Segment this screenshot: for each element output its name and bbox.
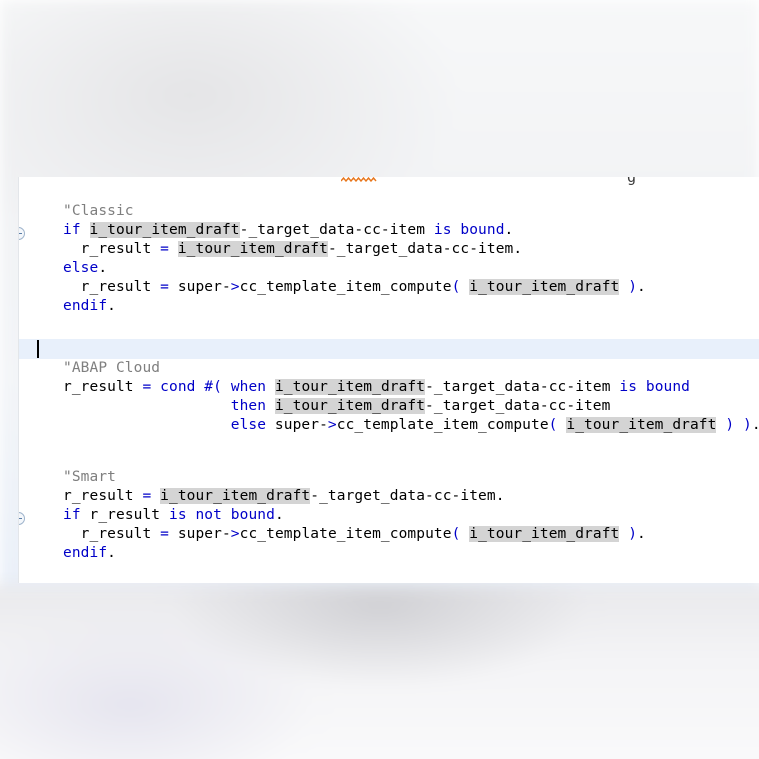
- method-call: super-: [266, 417, 328, 433]
- code-line-smart-1[interactable]: "Smart: [19, 468, 759, 487]
- operator-assign: =: [142, 488, 152, 504]
- clipped-top-row: g: [19, 177, 759, 189]
- statement-terminator: .: [107, 298, 116, 314]
- variable-r-result: r_result: [63, 379, 143, 395]
- keyword-if: if: [63, 507, 81, 523]
- screenshot-root: g "Classic if i_tour_item_draft-_target_…: [0, 0, 759, 759]
- code-line-classic-3[interactable]: r_result = i_tour_item_draft-_target_dat…: [19, 240, 759, 259]
- variable-r-result: r_result: [63, 241, 161, 257]
- keyword-else: else: [63, 260, 99, 276]
- clipped-character-glyph: g: [627, 177, 637, 186]
- keyword-endif: endif: [63, 545, 108, 561]
- paren-close: ) ): [725, 417, 752, 433]
- field-path: -_target_data-cc-item.: [327, 241, 523, 257]
- statement-terminator: .: [274, 507, 284, 523]
- symbol-occurrence: i_tour_item_draft: [274, 379, 426, 395]
- code-line-smart-4[interactable]: r_result = super->cc_template_item_compu…: [19, 525, 759, 544]
- code-line-smart-5[interactable]: endif.: [19, 544, 759, 563]
- variable-r-result: r_result: [63, 526, 161, 542]
- symbol-occurrence: i_tour_item_draft: [469, 526, 620, 542]
- blurred-background-lower: [0, 585, 759, 759]
- code-line-classic-4[interactable]: else.: [19, 259, 759, 278]
- code-editor-panel[interactable]: g "Classic if i_tour_item_draft-_target_…: [18, 177, 759, 583]
- keyword-else: else: [230, 417, 267, 433]
- symbol-occurrence: i_tour_item_draft: [160, 488, 311, 504]
- statement-terminator: .: [752, 417, 759, 433]
- current-line-highlight: [19, 339, 759, 359]
- comment-token: "ABAP Cloud: [63, 360, 161, 376]
- statement-terminator: .: [637, 279, 646, 295]
- operator-assign: =: [160, 241, 169, 257]
- field-path: -_target_data-cc-item.: [310, 488, 505, 504]
- symbol-occurrence: i_tour_item_draft: [177, 241, 328, 257]
- field-path: -_target_data-cc-item: [425, 398, 611, 414]
- keyword-is-bound: is bound: [619, 379, 691, 395]
- statement-terminator: .: [98, 260, 108, 276]
- symbol-occurrence: i_tour_item_draft: [274, 398, 426, 414]
- keyword-is-not-bound: is not bound: [168, 507, 275, 523]
- code-line-classic-1[interactable]: "Classic: [19, 202, 759, 221]
- keyword-endif: endif: [63, 298, 108, 314]
- variable-r-result: r_result: [63, 279, 161, 295]
- symbol-occurrence: i_tour_item_draft: [89, 222, 240, 238]
- keyword-if: if: [63, 222, 81, 238]
- operator-arrow: >: [230, 526, 240, 542]
- warning-squiggle-icon: [341, 177, 379, 182]
- code-line-smart-2[interactable]: r_result = i_tour_item_draft-_target_dat…: [19, 487, 759, 506]
- symbol-occurrence: i_tour_item_draft: [469, 279, 620, 295]
- code-line-cloud-1[interactable]: "ABAP Cloud: [19, 359, 759, 378]
- paren-close: ): [628, 279, 638, 295]
- code-line-cloud-3[interactable]: then i_tour_item_draft-_target_data-cc-i…: [19, 397, 759, 416]
- field-path: -_target_data-cc-item: [425, 379, 611, 395]
- code-line-classic-2[interactable]: if i_tour_item_draft-_target_data-cc-ite…: [19, 221, 759, 240]
- statement-terminator: .: [637, 526, 646, 542]
- method-name: cc_template_item_compute: [336, 417, 549, 433]
- keyword-then: then: [230, 398, 267, 414]
- code-line-cloud-4[interactable]: else super->cc_template_item_compute( i_…: [19, 416, 759, 435]
- comment-token: "Classic: [63, 203, 134, 219]
- variable-r-result: r_result: [63, 488, 143, 504]
- code-line-classic-5[interactable]: r_result = super->cc_template_item_compu…: [19, 278, 759, 297]
- method-call: super-: [168, 526, 231, 542]
- code-line-cloud-2[interactable]: r_result = cond #( when i_tour_item_draf…: [19, 378, 759, 397]
- field-path: -_target_data-cc-item: [239, 222, 426, 238]
- method-call: super-: [168, 279, 231, 295]
- statement-terminator: .: [107, 545, 116, 561]
- code-text-area[interactable]: "Classic if i_tour_item_draft-_target_da…: [19, 189, 759, 583]
- symbol-occurrence: i_tour_item_draft: [566, 417, 717, 433]
- operator-assign: =: [142, 379, 152, 395]
- variable-r-result: r_result: [80, 507, 169, 523]
- keyword-when: when: [230, 379, 267, 395]
- operator-assign: =: [160, 526, 169, 542]
- method-name: cc_template_item_compute: [239, 526, 452, 542]
- comment-token: "Smart: [63, 469, 116, 485]
- keyword-cond: cond #(: [160, 379, 222, 395]
- paren-close: ): [628, 526, 638, 542]
- keyword-is-bound: is bound: [433, 222, 505, 238]
- operator-arrow: >: [327, 417, 337, 433]
- operator-assign: =: [160, 279, 169, 295]
- code-line-smart-3[interactable]: if r_result is not bound.: [19, 506, 759, 525]
- code-line-classic-6[interactable]: endif.: [19, 297, 759, 316]
- statement-terminator: .: [504, 222, 514, 238]
- paren-open: (: [548, 417, 558, 433]
- operator-arrow: >: [230, 279, 240, 295]
- method-name: cc_template_item_compute: [239, 279, 452, 295]
